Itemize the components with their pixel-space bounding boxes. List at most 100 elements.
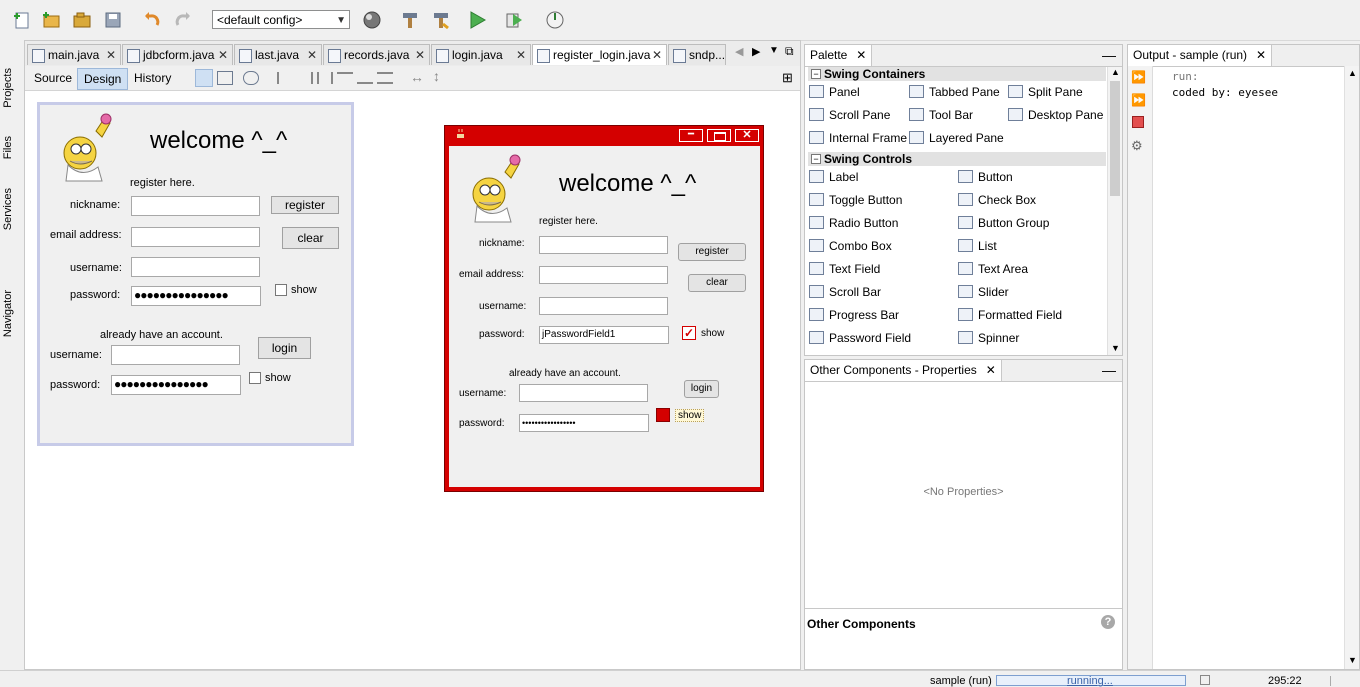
rerun-with-params-icon[interactable]: ⏩: [1131, 93, 1146, 107]
palette-item-password-field[interactable]: Password Field: [809, 330, 911, 346]
scroll-thumb[interactable]: [1110, 81, 1120, 196]
close-icon[interactable]: ✕: [415, 45, 425, 65]
palette-scrollbar[interactable]: ▲ ▼: [1107, 67, 1122, 355]
properties-tab[interactable]: Other Components - Properties ✕: [805, 360, 1002, 381]
preview-register-button[interactable]: register: [678, 243, 746, 261]
cancel-task-icon[interactable]: [1200, 675, 1210, 685]
window-maximize-icon[interactable]: [707, 129, 731, 142]
center-vertically-icon[interactable]: [377, 72, 393, 84]
scroll-down-icon[interactable]: ▼: [1111, 343, 1120, 353]
palette-tab[interactable]: Palette ✕: [805, 45, 873, 66]
category-swing-containers[interactable]: − Swing Containers: [808, 67, 1106, 81]
palette-item-progress-bar[interactable]: Progress Bar: [809, 307, 899, 323]
output-scrollbar[interactable]: ▲ ▼: [1344, 66, 1359, 669]
login-password-field[interactable]: ●●●●●●●●●●●●●●●: [111, 375, 241, 395]
redo-icon[interactable]: [172, 9, 194, 31]
scroll-down-icon[interactable]: ▼: [1348, 655, 1357, 665]
open-project-icon[interactable]: [71, 9, 93, 31]
palette-item-internal-frame[interactable]: Internal Frame: [809, 130, 907, 146]
preview-login-show-checkbox[interactable]: [656, 408, 670, 422]
align-right-icon[interactable]: [297, 72, 313, 84]
stop-icon[interactable]: [1132, 116, 1144, 128]
close-icon[interactable]: ✕: [1256, 45, 1266, 66]
palette-item-button-group[interactable]: Button Group: [958, 215, 1049, 231]
tab-sndp[interactable]: sndp...: [668, 44, 726, 65]
palette-item-tool-bar[interactable]: Tool Bar: [909, 107, 973, 123]
minimize-icon[interactable]: ━: [679, 129, 703, 142]
tab-list-icon[interactable]: ▼: [769, 45, 779, 56]
clear-button[interactable]: clear: [282, 227, 339, 249]
palette-item-desktop-pane[interactable]: Desktop Pane: [1008, 107, 1103, 123]
close-icon[interactable]: ✕: [652, 45, 662, 65]
debug-icon[interactable]: [503, 9, 525, 31]
preview-login-password-field[interactable]: •••••••••••••••••: [519, 414, 649, 432]
align-bottom-icon[interactable]: [357, 72, 373, 84]
preview-window[interactable]: ━ ✕ welcome ^_^ register here. nickname:…: [444, 125, 764, 492]
new-project-icon[interactable]: [40, 9, 62, 31]
settings-gear-icon[interactable]: ⚙: [1131, 138, 1143, 154]
scroll-tabs-right-icon[interactable]: ▶: [752, 45, 760, 58]
palette-item-radio-button[interactable]: Radio Button: [809, 215, 898, 231]
preview-username-field[interactable]: [539, 297, 668, 315]
align-left-icon[interactable]: [277, 72, 293, 84]
rerun-icon[interactable]: ⏩: [1131, 70, 1146, 84]
tab-records-java[interactable]: records.java ✕: [323, 44, 430, 65]
palette-item-layered-pane[interactable]: Layered Pane: [909, 130, 1004, 146]
preview-clear-button[interactable]: clear: [688, 274, 746, 292]
nickname-field[interactable]: [131, 196, 260, 216]
palette-item-check-box[interactable]: Check Box: [958, 192, 1036, 208]
tab-login-java[interactable]: login.java ✕: [431, 44, 531, 65]
resize-horizontal-icon[interactable]: ↔: [410, 69, 424, 85]
preview-show-checkbox[interactable]: ✓: [682, 326, 696, 340]
palette-item-button[interactable]: Button: [958, 169, 1013, 185]
login-username-field[interactable]: [111, 345, 240, 365]
tab-jdbcform-java[interactable]: jdbcform.java ✕: [122, 44, 233, 65]
preview-design-icon[interactable]: [243, 71, 259, 85]
center-horizontally-icon[interactable]: [317, 72, 333, 84]
palette-item-spinner[interactable]: Spinner: [958, 330, 1019, 346]
login-show-checkbox[interactable]: [249, 372, 261, 384]
new-file-icon[interactable]: [11, 9, 33, 31]
grid-toggle-icon[interactable]: ⊞: [782, 70, 793, 86]
resize-vertical-icon[interactable]: ↕: [433, 68, 440, 84]
design-form[interactable]: welcome ^_^ register here. nickname: reg…: [37, 102, 354, 446]
scroll-tabs-left-icon[interactable]: ◀: [735, 45, 743, 58]
config-select[interactable]: <default config> ▼: [212, 10, 350, 29]
close-icon[interactable]: ✕: [106, 45, 116, 65]
palette-item-split-pane[interactable]: Split Pane: [1008, 84, 1083, 100]
selection-mode-icon[interactable]: [195, 69, 213, 87]
minimize-panel-icon[interactable]: —: [1102, 360, 1116, 381]
palette-item-scroll-pane[interactable]: Scroll Pane: [809, 107, 890, 123]
build-hammer-icon[interactable]: [399, 9, 421, 31]
palette-item-list[interactable]: List: [958, 238, 997, 254]
profile-icon[interactable]: [544, 9, 566, 31]
show-password-checkbox[interactable]: [275, 284, 287, 296]
login-button[interactable]: login: [258, 337, 311, 359]
help-icon[interactable]: ?: [1101, 615, 1115, 629]
tab-files[interactable]: Files: [2, 136, 14, 159]
preview-password-field[interactable]: jPasswordField1: [539, 326, 669, 344]
password-field[interactable]: ●●●●●●●●●●●●●●●: [131, 286, 261, 306]
close-icon[interactable]: ✕: [986, 360, 996, 381]
palette-item-text-area[interactable]: Text Area: [958, 261, 1028, 277]
align-top-icon[interactable]: [337, 72, 353, 84]
category-swing-controls[interactable]: − Swing Controls: [808, 152, 1106, 166]
palette-item-slider[interactable]: Slider: [958, 284, 1009, 300]
palette-item-combo-box[interactable]: Combo Box: [809, 238, 892, 254]
undo-icon[interactable]: [141, 9, 163, 31]
maximize-icon[interactable]: ⧉: [785, 44, 794, 59]
save-all-icon[interactable]: [102, 9, 124, 31]
preview-login-username-field[interactable]: [519, 384, 648, 402]
close-icon[interactable]: ✕: [856, 45, 866, 66]
clean-build-icon[interactable]: [430, 9, 452, 31]
tab-navigator[interactable]: Navigator: [2, 290, 14, 337]
email-field[interactable]: [131, 227, 260, 247]
scroll-up-icon[interactable]: ▲: [1348, 68, 1357, 78]
browser-icon[interactable]: [361, 9, 383, 31]
view-design-button[interactable]: Design: [77, 68, 129, 90]
palette-item-tabbed-pane[interactable]: Tabbed Pane: [909, 84, 1000, 100]
palette-item-panel[interactable]: Panel: [809, 84, 860, 100]
tab-projects[interactable]: Projects: [2, 68, 14, 108]
minimize-panel-icon[interactable]: —: [1102, 45, 1116, 66]
tab-main-java[interactable]: main.java ✕: [27, 44, 121, 65]
